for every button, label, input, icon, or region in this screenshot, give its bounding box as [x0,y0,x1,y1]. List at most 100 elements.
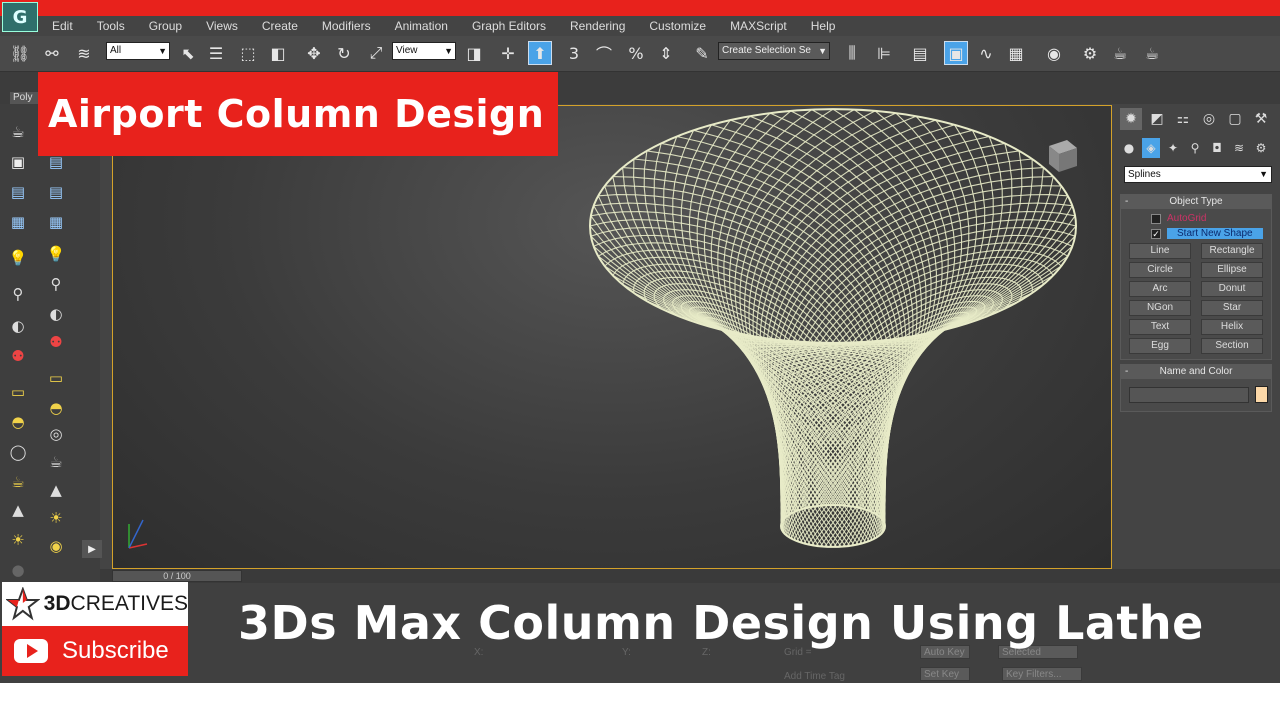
keyboard-shortcut-override-icon[interactable]: ⬆ [528,41,552,65]
torus-icon[interactable]: ◉ [44,536,68,556]
mirror-icon[interactable]: ⫼ [840,41,864,65]
cone-2-icon[interactable]: ▲ [44,480,68,500]
create-tab-icon[interactable]: ✹ [1120,108,1142,130]
half-sphere-icon[interactable]: ◐ [6,316,30,336]
set-key-button[interactable]: Set Key [920,667,970,681]
cameras-icon[interactable]: ⚲ [1186,138,1204,158]
light-bulb-icon[interactable]: 💡 [6,248,30,268]
lights-icon[interactable]: ✦ [1164,138,1182,158]
circle-button[interactable]: Circle [1129,262,1191,278]
rectangle-button[interactable]: Rectangle [1201,243,1263,259]
edit-named-selection-icon[interactable]: ✎ [690,41,714,65]
sun-icon[interactable]: ☀ [6,530,30,550]
material-editor-icon[interactable]: ◉ [1042,41,1066,65]
rectangular-selection-icon[interactable]: ⬚ [236,41,260,65]
box-icon[interactable]: ▭ [6,382,30,402]
menu-edit[interactable]: Edit [52,19,73,33]
render-production-icon[interactable]: ☕ [1140,41,1164,65]
align-icon[interactable]: ⊫ [872,41,896,65]
select-by-name-icon[interactable]: ☰ [204,41,228,65]
object-name-field[interactable] [1129,387,1249,403]
menu-graph-editors[interactable]: Graph Editors [472,19,546,33]
expand-arrow-icon[interactable]: ▶ [82,540,102,558]
app-logo-icon[interactable]: G [2,2,38,32]
list-3-icon[interactable]: ▤ [44,182,68,202]
teapot-2-icon[interactable]: ☕ [44,452,68,472]
named-selection-set-select[interactable]: Create Selection Se ▼ [718,42,830,60]
helix-button[interactable]: Helix [1201,319,1263,335]
sun-2-icon[interactable]: ☀ [44,508,68,528]
autogrid-checkbox[interactable] [1151,213,1161,224]
key-filters-button[interactable]: Key Filters... [1002,667,1082,681]
selection-filter-select[interactable]: All ▼ [106,42,170,60]
rendered-frame-window-icon[interactable]: ☕ [1108,41,1132,65]
teapot-icon[interactable]: ☕ [6,122,30,142]
menu-customize[interactable]: Customize [649,19,706,33]
percent-snap-icon[interactable]: % [624,41,648,65]
category-dropdown[interactable]: Splines ▼ [1124,166,1272,183]
hierarchy-tab-icon[interactable]: ⚏ [1172,108,1194,130]
arc-button[interactable]: Arc [1129,281,1191,297]
motion-tab-icon[interactable]: ◎ [1198,108,1220,130]
subscribe-button[interactable]: Subscribe [2,626,188,676]
add-time-tag-label[interactable]: Add Time Tag [784,671,845,682]
select-object-icon[interactable]: ⬉ [176,41,200,65]
bind-space-warp-icon[interactable]: ≋ [72,41,96,65]
box-2-icon[interactable]: ▭ [44,368,68,388]
angle-snap-icon[interactable]: ⌒ [592,41,616,65]
pivot-center-icon[interactable]: ◨ [462,41,486,65]
viewcube-icon[interactable] [1045,136,1079,176]
star-button[interactable]: Star [1201,300,1263,316]
geometry-icon[interactable]: ● [1120,138,1138,158]
ngon-button[interactable]: NGon [1129,300,1191,316]
egg-button[interactable]: Egg [1129,338,1191,354]
render-setup-icon[interactable]: ⚙ [1078,41,1102,65]
teapot-small-icon[interactable]: ☕ [6,472,30,492]
move-icon[interactable]: ✥ [302,41,326,65]
start-new-shape-row[interactable]: ✓ Start New Shape [1151,228,1263,239]
snaps-toggle-icon[interactable]: 3 [562,41,586,65]
half-sphere-2-icon[interactable]: ◐ [44,304,68,324]
systems-icon[interactable]: ⚙ [1252,138,1270,158]
section-button[interactable]: Section [1201,338,1263,354]
table-icon[interactable]: ▦ [6,212,30,232]
cone-icon[interactable]: ▲ [6,500,30,520]
shapes-icon[interactable]: ◈ [1142,138,1160,158]
dome-icon[interactable]: ◓ [6,412,30,432]
scale-icon[interactable]: ⤢ [364,41,388,65]
dome-2-icon[interactable]: ◓ [44,398,68,418]
menu-help[interactable]: Help [811,19,836,33]
donut-button[interactable]: Donut [1201,281,1263,297]
line-button[interactable]: Line [1129,243,1191,259]
menu-rendering[interactable]: Rendering [570,19,625,33]
camera-2-icon[interactable]: ⚲ [44,274,68,294]
modify-tab-icon[interactable]: ◩ [1146,108,1168,130]
object-color-swatch[interactable] [1255,386,1268,403]
sphere-2-icon[interactable]: ◎ [44,424,68,444]
menu-create[interactable]: Create [262,19,298,33]
video-camera-2-icon[interactable]: ⚉ [44,332,68,352]
sphere-icon[interactable]: ◯ [6,442,30,462]
utilities-tab-icon[interactable]: ⚒ [1250,108,1272,130]
select-manipulate-icon[interactable]: ✛ [496,41,520,65]
menu-views[interactable]: Views [206,19,238,33]
name-and-color-header[interactable]: - Name and Color [1121,365,1271,379]
list-icon[interactable]: ▤ [6,182,30,202]
start-new-shape-checkbox[interactable]: ✓ [1151,228,1161,239]
display-tab-icon[interactable]: ▢ [1224,108,1246,130]
rotate-icon[interactable]: ↻ [332,41,356,65]
toggle-ribbon-icon[interactable]: ▣ [944,41,968,65]
object-type-header[interactable]: - Object Type [1121,195,1271,209]
video-camera-icon[interactable]: ⚉ [6,346,30,366]
light-bulb-2-icon[interactable]: 💡 [44,244,68,264]
helpers-icon[interactable]: ◘ [1208,138,1226,158]
link-icon[interactable]: ⛓ [8,41,32,65]
menu-animation[interactable]: Animation [395,19,448,33]
disc-icon[interactable]: ● [6,560,30,580]
autogrid-row[interactable]: AutoGrid [1151,213,1206,224]
menu-tools[interactable]: Tools [97,19,125,33]
ellipse-button[interactable]: Ellipse [1201,262,1263,278]
schematic-view-icon[interactable]: ▦ [1004,41,1028,65]
menu-maxscript[interactable]: MAXScript [730,19,787,33]
perspective-viewport[interactable] [112,105,1112,569]
